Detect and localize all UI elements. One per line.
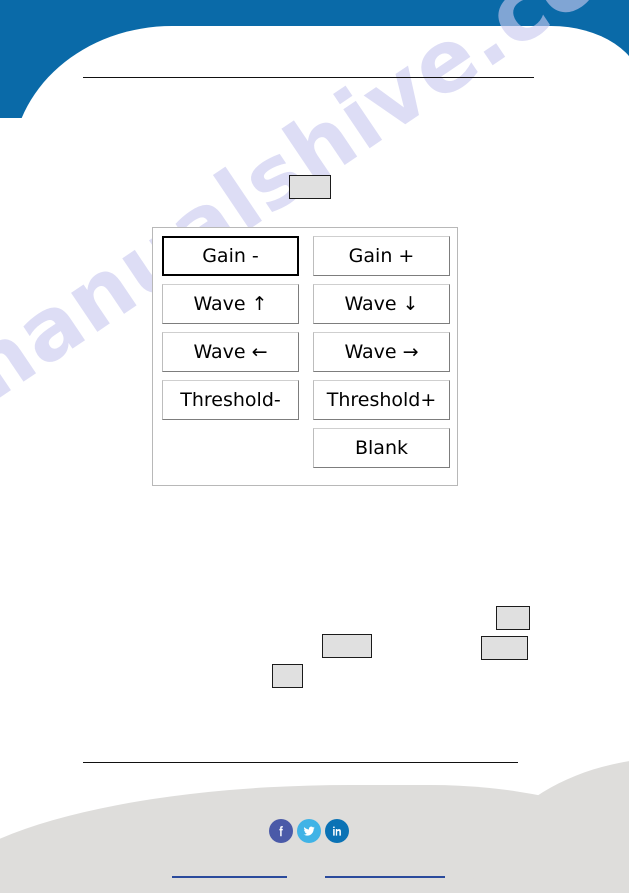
wave-left-button[interactable]: Wave ← <box>162 332 299 372</box>
twitter-icon[interactable] <box>297 819 321 843</box>
wave-right-button-label: Wave → <box>344 341 419 363</box>
facebook-icon[interactable] <box>269 819 293 843</box>
footer-link-left[interactable] <box>172 876 287 878</box>
gain-plus-button[interactable]: Gain + <box>313 236 450 276</box>
gain-minus-button-label: Gain - <box>202 245 259 267</box>
wave-right-button[interactable]: Wave → <box>313 332 450 372</box>
threshold-plus-button-label: Threshold+ <box>326 389 437 411</box>
social-icon-row <box>269 819 349 843</box>
redacted-box-right-lower <box>481 636 528 660</box>
wave-up-button-label: Wave ↑ <box>193 293 268 315</box>
blank-button[interactable]: Blank <box>313 428 450 468</box>
control-button-grid: Gain - Gain + Wave ↑ Wave ↓ Wave ← Wave → Thre… <box>162 236 450 468</box>
control-button-panel: Gain - Gain + Wave ↑ Wave ↓ Wave ← Wave → Thre… <box>152 227 458 486</box>
redacted-box-top <box>289 175 331 199</box>
wave-down-button[interactable]: Wave ↓ <box>313 284 450 324</box>
header-divider <box>83 77 534 78</box>
threshold-plus-button[interactable]: Threshold+ <box>313 380 450 420</box>
gain-minus-button[interactable]: Gain - <box>162 236 299 276</box>
threshold-minus-button-label: Threshold- <box>180 389 281 411</box>
wave-left-button-label: Wave ← <box>193 341 268 363</box>
empty-slot <box>162 428 299 468</box>
threshold-minus-button[interactable]: Threshold- <box>162 380 299 420</box>
footer-divider <box>83 762 518 763</box>
blank-button-label: Blank <box>354 437 408 459</box>
wave-up-button[interactable]: Wave ↑ <box>162 284 299 324</box>
redacted-box-right-upper <box>496 606 530 630</box>
linkedin-icon[interactable] <box>325 819 349 843</box>
gain-plus-button-label: Gain + <box>348 245 415 267</box>
wave-down-button-label: Wave ↓ <box>344 293 419 315</box>
redacted-box-middle <box>322 634 372 658</box>
document-page: manualshive.com Gain -Gain +Wave ↑Wave ↓… <box>0 0 629 893</box>
footer-link-right[interactable] <box>325 876 445 878</box>
redacted-box-lower-left <box>272 664 303 688</box>
